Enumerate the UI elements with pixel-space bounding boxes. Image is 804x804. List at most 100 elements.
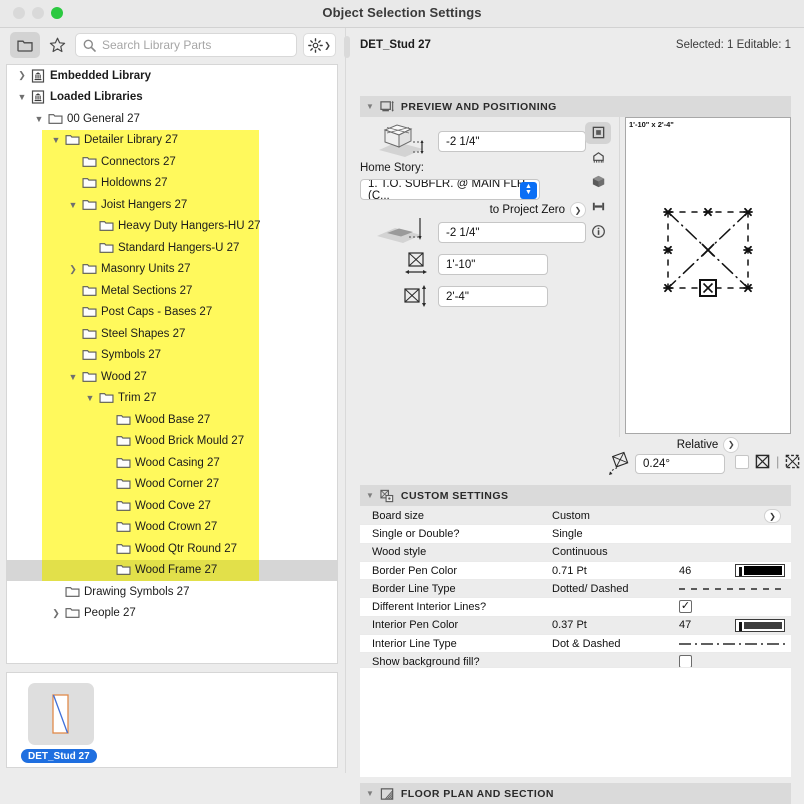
relative-toggle-row[interactable]: Relative ❯ xyxy=(625,436,791,453)
elevation-to-project-zero-field[interactable]: -2 1/4" xyxy=(438,222,586,243)
object-preview-canvas[interactable]: 1'-10" x 2'-4" xyxy=(625,117,791,434)
height-field[interactable]: 2'-4" xyxy=(438,286,548,307)
divider: | xyxy=(776,454,780,469)
setting-value[interactable]: Custom xyxy=(552,510,590,522)
setting-value[interactable]: 0.37 Pt xyxy=(552,619,587,631)
view-elevation-button[interactable] xyxy=(585,147,611,169)
section-title: FLOOR PLAN AND SECTION xyxy=(400,787,554,800)
preview-positioning-body: -2 1/4" Home Story: 1. T.O. SUBFLR. @ MA… xyxy=(360,117,800,479)
view-info-button[interactable] xyxy=(585,220,611,242)
tree-item-steel-shapes-27[interactable]: Steel Shapes 27 xyxy=(7,323,337,345)
tree-item-00-general-27[interactable]: ▼ 00 General 27 xyxy=(7,108,337,130)
mirror-dashed-icon[interactable] xyxy=(785,454,800,469)
to-project-zero-row[interactable]: to Project Zero ❯ xyxy=(456,201,586,219)
object-thumbnail[interactable] xyxy=(28,683,94,745)
section-header-preview-and-positioning[interactable]: ▼ PREVIEW AND POSITIONING xyxy=(360,96,791,117)
chevron-down-icon[interactable]: ▼ xyxy=(15,92,29,102)
chevron-down-icon[interactable]: ▼ xyxy=(66,372,80,382)
tree-item-wood-casing-27[interactable]: Wood Casing 27 xyxy=(7,452,337,474)
tree-item-drawing-symbols-27[interactable]: Drawing Symbols 27 xyxy=(7,581,337,603)
angle-checkbox[interactable] xyxy=(735,454,749,469)
custom-settings-row[interactable]: Different Interior Lines? ✓ xyxy=(360,598,791,617)
tree-item-loaded-libraries[interactable]: ▼ Loaded Libraries xyxy=(7,87,337,109)
folder-view-button[interactable] xyxy=(10,32,40,58)
chevron-down-icon: ▼ xyxy=(366,102,374,111)
tree-item-standard-hangers-u-27[interactable]: Standard Hangers-U 27 xyxy=(7,237,337,259)
pen-color-swatch[interactable] xyxy=(735,564,785,578)
setting-value[interactable]: 0.71 Pt xyxy=(552,565,587,577)
tree-item-label: Wood Crown 27 xyxy=(135,521,218,534)
tree-item-people-27[interactable]: ❯ People 27 xyxy=(7,603,337,625)
chevron-right-icon[interactable]: ❯ xyxy=(15,70,29,81)
tree-item-joist-hangers-27[interactable]: ▼ Joist Hangers 27 xyxy=(7,194,337,216)
view-3d-button[interactable] xyxy=(585,171,611,193)
tree-item-wood-brick-mould-27[interactable]: Wood Brick Mould 27 xyxy=(7,430,337,452)
tree-item-connectors-27[interactable]: Connectors 27 xyxy=(7,151,337,173)
setting-pen-number[interactable]: 47 xyxy=(679,619,691,631)
pen-color-swatch[interactable] xyxy=(735,619,785,633)
view-2d-symbol-button[interactable] xyxy=(585,122,611,144)
chevron-right-icon[interactable]: ❯ xyxy=(723,436,740,453)
custom-settings-row[interactable]: Wood style Continuous xyxy=(360,543,791,562)
chevron-down-icon[interactable]: ▼ xyxy=(66,200,80,210)
tree-item-masonry-units-27[interactable]: ❯ Masonry Units 27 xyxy=(7,258,337,280)
chevron-down-icon[interactable]: ▼ xyxy=(83,393,97,403)
search-field[interactable] xyxy=(75,33,297,57)
tree-item-trim-27[interactable]: ▼ Trim 27 xyxy=(7,387,337,409)
setting-checkbox[interactable]: ✓ xyxy=(679,600,692,614)
library-settings-button[interactable]: ❯ xyxy=(303,33,336,57)
folder-icon xyxy=(114,543,132,555)
library-thumbnail-panel: DET_Stud 27 xyxy=(6,672,338,768)
tree-item-wood-base-27[interactable]: Wood Base 27 xyxy=(7,409,337,431)
line-type-preview[interactable] xyxy=(679,580,785,598)
library-tree-scroll[interactable]: ❯ Embedded Library ▼ Loaded Libraries ▼ 00… xyxy=(6,64,338,664)
setting-value[interactable]: Dotted/ Dashed xyxy=(552,583,628,595)
custom-settings-row[interactable]: Interior Line Type Dot & Dashed xyxy=(360,635,791,654)
elevation-to-home-story-field[interactable]: -2 1/4" xyxy=(438,131,586,152)
tree-item-wood-qtr-round-27[interactable]: Wood Qtr Round 27 xyxy=(7,538,337,560)
line-type-preview[interactable] xyxy=(679,635,785,653)
setting-value[interactable]: Continuous xyxy=(552,546,608,558)
setting-value[interactable]: Single xyxy=(552,528,583,540)
mirror-solid-icon[interactable] xyxy=(755,454,770,469)
tree-item-detailer-library-27[interactable]: ▼ Detailer Library 27 xyxy=(7,129,337,151)
custom-settings-row[interactable]: Interior Pen Color 0.37 Pt 47 xyxy=(360,616,791,636)
chevron-down-icon[interactable]: ▼ xyxy=(32,114,46,124)
tree-item-embedded-library[interactable]: ❯ Embedded Library xyxy=(7,65,337,87)
home-story-select[interactable]: 1. T.O. SUBFLR. @ MAIN FLR. (C... ▲ ▼ xyxy=(360,179,540,200)
tree-item-heavy-duty-hangers-hu-27[interactable]: Heavy Duty Hangers-HU 27 xyxy=(7,215,337,237)
custom-settings-row[interactable]: Board size Custom ❯ xyxy=(360,507,791,526)
tree-item-label: 00 General 27 xyxy=(67,112,140,125)
chevron-down-icon[interactable]: ▼ xyxy=(49,135,63,145)
tree-item-wood-cove-27[interactable]: Wood Cove 27 xyxy=(7,495,337,517)
chevron-right-icon[interactable]: ❯ xyxy=(49,608,63,619)
section-header-custom-settings[interactable]: ▼ CUSTOM SETTINGS xyxy=(360,485,791,506)
tree-item-wood-corner-27[interactable]: Wood Corner 27 xyxy=(7,473,337,495)
star-icon xyxy=(49,37,65,53)
tree-item-wood-frame-27[interactable]: Wood Frame 27 xyxy=(7,559,337,581)
section-header-floor-plan-and-section[interactable]: ▼ FLOOR PLAN AND SECTION xyxy=(360,783,791,804)
custom-settings-row[interactable]: Border Pen Color 0.71 Pt 46 xyxy=(360,562,791,581)
tree-item-wood-crown-27[interactable]: Wood Crown 27 xyxy=(7,516,337,538)
custom-settings-table: Board size Custom ❯ Single or Double? Single… xyxy=(360,507,791,672)
search-input[interactable] xyxy=(102,35,296,55)
favorites-button[interactable] xyxy=(42,32,72,58)
view-section-button[interactable] xyxy=(585,196,611,218)
chevron-right-icon[interactable]: ❯ xyxy=(66,264,80,275)
library-toolbar: ❯ xyxy=(0,28,345,64)
custom-settings-row[interactable]: Border Line Type Dotted/ Dashed xyxy=(360,580,791,599)
width-field[interactable]: 1'-10" xyxy=(438,254,548,275)
tree-item-wood-27[interactable]: ▼ Wood 27 xyxy=(7,366,337,388)
tree-item-metal-sections-27[interactable]: Metal Sections 27 xyxy=(7,280,337,302)
tree-item-label: Metal Sections 27 xyxy=(101,284,193,297)
pen-weight-tick xyxy=(739,621,742,631)
tree-item-holdowns-27[interactable]: Holdowns 27 xyxy=(7,172,337,194)
custom-settings-row[interactable]: Single or Double? Single xyxy=(360,525,791,544)
setting-pen-number[interactable]: 46 xyxy=(679,565,691,577)
setting-detail-button[interactable]: ❯ xyxy=(764,509,781,523)
stepper-icon[interactable]: ▲ ▼ xyxy=(520,181,537,199)
tree-item-symbols-27[interactable]: Symbols 27 xyxy=(7,344,337,366)
setting-value[interactable]: Dot & Dashed xyxy=(552,638,620,650)
tree-item-post-caps-bases-27[interactable]: Post Caps - Bases 27 xyxy=(7,301,337,323)
rotation-angle-field[interactable]: 0.24° xyxy=(635,454,725,474)
